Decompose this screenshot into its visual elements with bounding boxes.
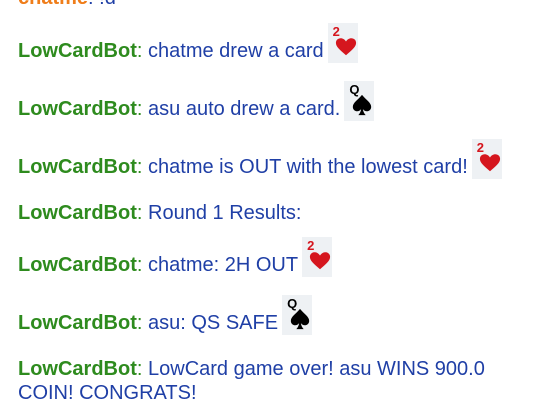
message-sender[interactable]: LowCardBot xyxy=(18,312,137,334)
card-image: Q xyxy=(282,295,313,335)
chat-message: LowCardBot: LowCard game over! asu WINS … xyxy=(18,358,485,404)
chat-message: LowCardBot: Round 1 Results: xyxy=(18,202,302,224)
chat-message: LowCardBot: chatme is OUT with the lowes… xyxy=(18,139,502,179)
card-image: 2 xyxy=(471,139,502,179)
card-image: 2 xyxy=(327,23,358,63)
spade-suit-icon xyxy=(290,308,310,330)
message-text: Round 1 Results: xyxy=(148,202,302,224)
message-text: chatme drew a card xyxy=(148,40,324,62)
chat-message: LowCardBot: asu: QS SAFE Q xyxy=(18,295,313,335)
message-text: chatme is OUT with the lowest card! xyxy=(148,156,468,178)
heart-suit-icon xyxy=(309,252,331,270)
message-text: asu: QS SAFE xyxy=(148,312,279,334)
message-sender[interactable]: chatme xyxy=(18,0,88,9)
chat-message: LowCardBot: asu auto drew a card. Q xyxy=(18,81,375,121)
chat-message: LowCardBot: chatme drew a card 2 xyxy=(18,23,358,63)
heart-suit-icon xyxy=(479,154,500,172)
chat-message-top: chatme: !d xyxy=(18,0,116,10)
message-sender[interactable]: LowCardBot xyxy=(18,358,137,380)
message-text: : !d xyxy=(88,0,116,9)
message-text: asu auto drew a card. xyxy=(148,98,341,120)
chat-log: chatme: !d LowCardBot: chatme drew a car… xyxy=(0,0,540,405)
card-image: 2 xyxy=(302,237,333,277)
message-sender[interactable]: LowCardBot xyxy=(18,156,137,178)
message-sender[interactable]: LowCardBot xyxy=(18,98,137,120)
message-sender[interactable]: LowCardBot xyxy=(18,254,137,276)
heart-suit-icon xyxy=(335,38,356,56)
spade-suit-icon xyxy=(353,94,372,116)
chat-message: LowCardBot: chatme: 2H OUT 2 xyxy=(18,237,333,277)
card-image: Q xyxy=(344,81,375,121)
message-sender[interactable]: LowCardBot xyxy=(18,202,137,224)
message-sender[interactable]: LowCardBot xyxy=(18,40,137,62)
message-text: chatme: 2H OUT xyxy=(148,254,299,276)
